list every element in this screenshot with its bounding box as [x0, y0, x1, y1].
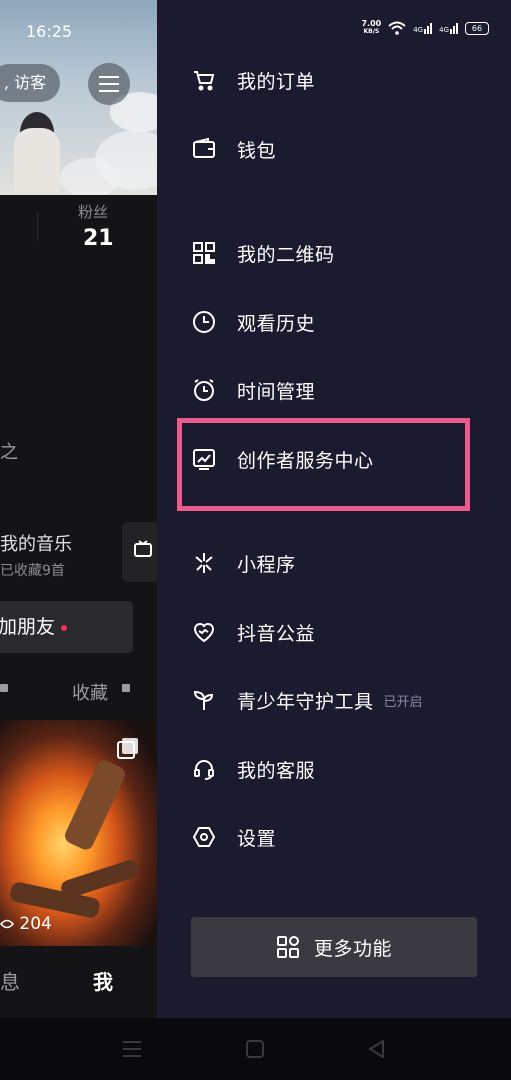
fans-count[interactable]: 21 [83, 226, 114, 251]
multi-image-icon [117, 738, 138, 759]
menu-label-teen-protection: 青少年守护工具 [237, 690, 374, 713]
home-nav-icon[interactable] [246, 1040, 264, 1058]
add-friend-button[interactable]: 加朋友 [0, 601, 133, 653]
menu-item-mini-programs[interactable]: 小程序 [157, 539, 511, 587]
menu-label-charity: 抖音公益 [237, 622, 316, 645]
menu-item-teen-protection[interactable]: 青少年守护工具 已开启 [157, 676, 511, 724]
my-music-title[interactable]: 我的音乐 [0, 530, 72, 556]
alarm-icon [191, 377, 217, 403]
profile-page-background: 16:25 , 访客 粉丝 21 之 我的音乐 已收藏9首 加朋友 收藏 204… [0, 0, 157, 1018]
signal-icon: 4G [439, 22, 458, 34]
menu-label-qrcode: 我的二维码 [237, 243, 335, 266]
menu-item-settings[interactable]: 设置 [157, 813, 511, 861]
mini-program-icon [191, 550, 217, 576]
charity-heart-icon [191, 619, 217, 645]
video-view-count: 204 [0, 914, 52, 934]
bio-fragment: 之 [0, 442, 18, 463]
menu-label-orders: 我的订单 [237, 70, 316, 93]
side-drawer: 7.00 KB/S 4G 4G 66 我的订单 钱包 我的二维码 观看历史 时间… [157, 0, 511, 1018]
more-functions-button[interactable]: 更多功能 [191, 917, 477, 977]
battery-icon: 66 [465, 21, 489, 35]
stat-divider [37, 212, 38, 242]
lock-icon [0, 684, 8, 692]
menu-label-customer-service: 我的客服 [237, 759, 316, 782]
fans-label: 粉丝 [78, 203, 109, 221]
hamburger-menu-button[interactable] [88, 63, 130, 105]
tv-icon [134, 540, 152, 557]
qrcode-icon [191, 240, 217, 266]
network-speed: 7.00 KB/S [361, 19, 382, 36]
wifi-icon [388, 21, 406, 35]
cart-icon [191, 67, 217, 93]
highlight-annotation-box [177, 418, 470, 511]
system-navigation-bar [0, 1018, 511, 1080]
tv-entry[interactable] [122, 522, 157, 582]
menu-item-orders[interactable]: 我的订单 [157, 56, 511, 104]
headset-icon [191, 756, 217, 782]
eye-icon [0, 919, 15, 929]
menu-label-wallet: 钱包 [237, 139, 277, 162]
notification-dot [61, 624, 68, 631]
clock-icon [191, 309, 217, 335]
sprout-icon [191, 687, 217, 713]
menu-nav-icon[interactable] [122, 1040, 142, 1058]
music-subtitle: 已收藏9首 [0, 563, 65, 579]
more-functions-label: 更多功能 [313, 937, 392, 960]
back-nav-icon[interactable] [368, 1040, 386, 1058]
menu-label-mini-programs: 小程序 [237, 553, 296, 576]
tab-messages[interactable]: 息 [0, 966, 20, 995]
wallet-icon [191, 136, 217, 162]
menu-label-history: 观看历史 [237, 312, 316, 335]
tab-favorites[interactable]: 收藏 [72, 679, 108, 705]
menu-item-time-management[interactable]: 时间管理 [157, 366, 511, 414]
menu-label-settings: 设置 [237, 827, 277, 850]
grid-icon [276, 936, 299, 958]
add-friend-label: 加朋友 [0, 616, 56, 638]
menu-item-qrcode[interactable]: 我的二维码 [157, 229, 511, 277]
visitor-button[interactable]: , 访客 [0, 64, 60, 102]
signal-icon: 4G [413, 22, 433, 34]
menu-item-customer-service[interactable]: 我的客服 [157, 745, 511, 793]
status-icons: 7.00 KB/S 4G 4G 66 [361, 20, 489, 36]
teen-protection-status: 已开启 [383, 694, 423, 710]
tab-me[interactable]: 我 [93, 966, 113, 995]
status-time: 16:25 [26, 22, 73, 41]
menu-label-time-management: 时间管理 [237, 380, 316, 403]
menu-item-history[interactable]: 观看历史 [157, 298, 511, 346]
lock-icon [122, 684, 130, 692]
menu-item-wallet[interactable]: 钱包 [157, 125, 511, 173]
settings-hex-icon [191, 824, 217, 850]
menu-item-charity[interactable]: 抖音公益 [157, 608, 511, 656]
